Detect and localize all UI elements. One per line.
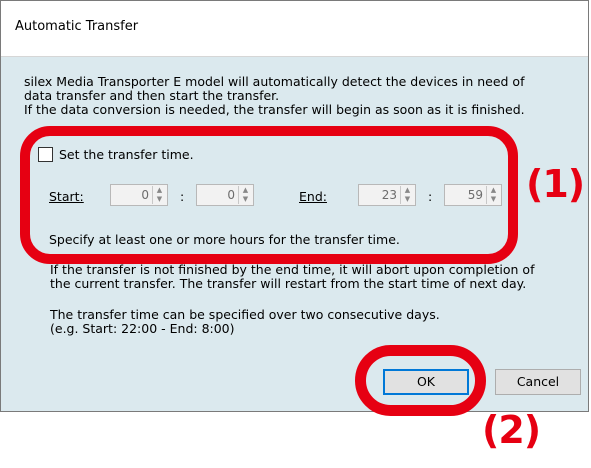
consecutive-days-line1: The transfer time can be specified over … xyxy=(50,307,440,322)
highlight-transfer-time-settings xyxy=(20,126,518,264)
dialog-title: Automatic Transfer xyxy=(15,19,139,34)
callout-1: (1) xyxy=(526,162,585,206)
callout-2: (2) xyxy=(482,408,541,452)
title-bar: Automatic Transfer xyxy=(1,1,588,57)
intro-text-line2: data transfer and then start the transfe… xyxy=(24,88,280,103)
consecutive-days-line2: (e.g. Start: 22:00 - End: 8:00) xyxy=(50,321,235,336)
highlight-ok-button xyxy=(355,345,486,416)
intro-text-line3: If the data conversion is needed, the tr… xyxy=(24,102,525,117)
intro-text-line1: silex Media Transporter E model will aut… xyxy=(24,74,525,89)
note-text-line1: If the transfer is not finished by the e… xyxy=(50,262,535,277)
cancel-button[interactable]: Cancel xyxy=(495,369,581,395)
note-text-line2: the current transfer. The transfer will … xyxy=(50,276,527,291)
